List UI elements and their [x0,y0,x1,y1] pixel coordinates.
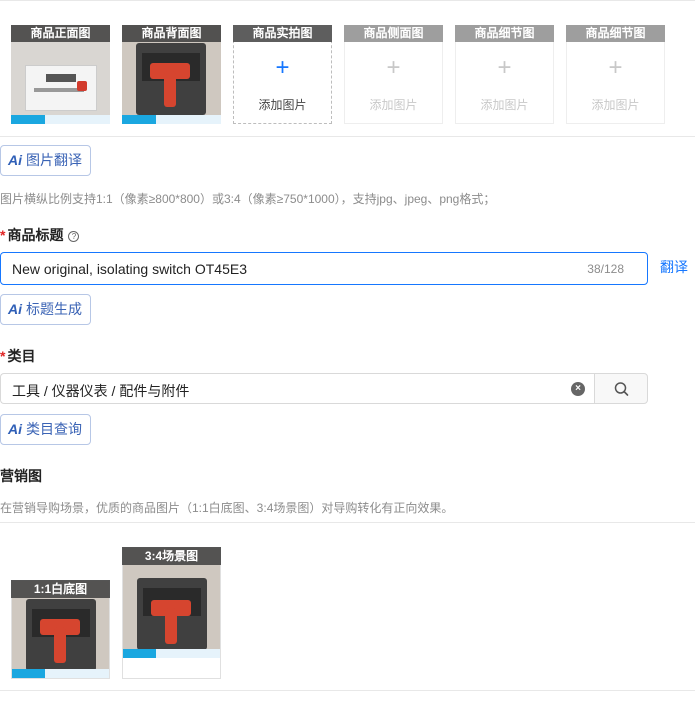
add-image-label: 添加图片 [369,98,418,112]
add-plus-icon: + [386,54,401,81]
add-image-label: 添加图片 [258,98,307,112]
marketing-slot-white-bg-caption: 1:1白底图 [11,580,110,598]
add-plus-icon: + [497,54,512,81]
title-generate-label: 标题生成 [26,301,82,317]
title-generate-button[interactable]: Ai 标题生成 [0,294,91,325]
marketing-slot-scene-caption: 3:4场景图 [122,547,221,565]
add-plus-icon: + [275,54,290,81]
section-divider [0,136,695,137]
title-input-value: New original, isolating switch OT45E3 [12,261,247,277]
ai-icon: Ai [8,421,22,437]
image-slot-real-shot[interactable]: 商品实拍图 + 添加图片 [233,25,332,124]
image-slot-back[interactable]: 商品背面图 [122,25,221,124]
image-slot-side: 商品侧面图 + 添加图片 [344,25,443,124]
image-slot-back-caption: 商品背面图 [122,25,221,42]
image-translate-button[interactable]: Ai 图片翻译 [0,145,91,176]
top-divider [0,0,695,1]
add-image-label: 添加图片 [591,98,640,112]
image-slot-detail-1-caption: 商品细节图 [455,25,554,42]
image-slot-detail-2-caption: 商品细节图 [566,25,665,42]
marketing-label: 营销图 [0,468,42,484]
title-label-text: 商品标题 [7,227,64,243]
add-plus-icon: + [608,54,623,81]
title-input[interactable]: New original, isolating switch OT45E3 38… [0,252,648,285]
category-input-value: 工具 / 仪器仪表 / 配件与附件 [12,383,190,399]
section-divider [0,522,695,523]
category-query-button[interactable]: Ai 类目查询 [0,414,91,445]
required-mark: * [0,227,6,243]
search-icon [614,382,629,396]
image-slot-detail-1: 商品细节图 + 添加图片 [455,25,554,124]
required-mark: * [0,348,6,364]
title-translate-link[interactable]: 翻译 [660,257,688,277]
marketing-slot-white-bg[interactable]: 1:1白底图 [11,580,110,679]
title-char-counter: 38/128 [587,262,624,276]
image-slot-detail-2: 商品细节图 + 添加图片 [566,25,665,124]
clear-icon[interactable]: × [571,382,585,396]
image-slot-front-caption: 商品正面图 [11,25,110,42]
category-field-label: * 类目 [0,346,35,366]
section-divider [0,690,695,691]
image-slot-front[interactable]: 商品正面图 [11,25,110,124]
category-query-label: 类目查询 [26,421,82,437]
image-slot-real-shot-caption: 商品实拍图 [233,25,332,42]
category-label-text: 类目 [7,348,36,364]
ai-icon: Ai [8,301,22,317]
category-search-button[interactable] [594,373,648,404]
add-image-label: 添加图片 [480,98,529,112]
ai-icon: Ai [8,152,22,168]
marketing-hint: 在营销导购场景，优质的商品图片（1:1白底图、3:4场景图）对导购转化有正向效果… [0,501,454,515]
title-field-label: * 商品标题? [0,225,80,245]
marketing-slot-scene[interactable]: 3:4场景图 [122,547,221,679]
image-translate-label: 图片翻译 [26,152,82,168]
category-input[interactable]: 工具 / 仪器仪表 / 配件与附件 × [0,373,595,404]
image-slot-side-caption: 商品侧面图 [344,25,443,42]
image-format-hint: 图片横纵比例支持1:1（像素≥800*800）或3:4（像素≥750*1000）… [0,192,496,206]
help-icon[interactable]: ? [68,231,80,242]
